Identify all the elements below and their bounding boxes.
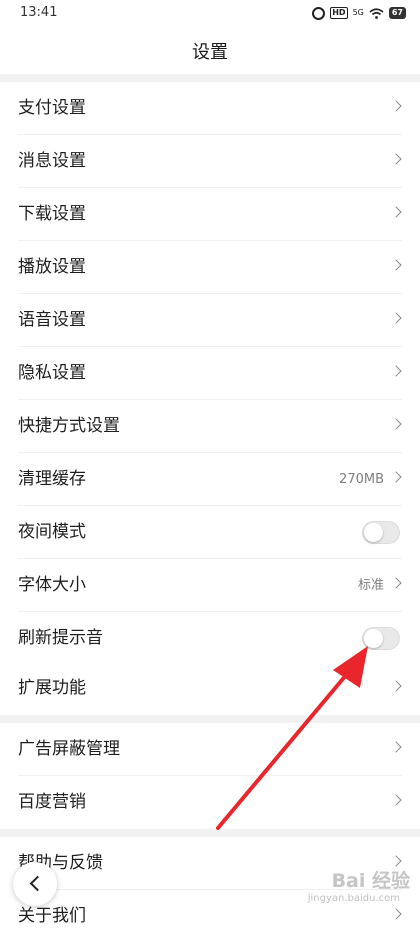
settings-item-label: 夜间模式	[18, 522, 86, 542]
chevron-right-icon	[390, 794, 402, 806]
back-button[interactable]	[13, 862, 57, 906]
settings-item-label: 百度营销	[18, 792, 86, 812]
settings-item-night-mode: 夜间模式	[0, 506, 420, 559]
chevron-right-icon	[390, 153, 402, 165]
watermark: Bai 经验	[331, 870, 410, 892]
header: 设置	[0, 28, 420, 74]
settings-item-ad-block[interactable]: 广告屏蔽管理	[0, 723, 420, 776]
chevron-right-icon	[390, 471, 402, 483]
settings-item-extensions[interactable]: 扩展功能	[0, 662, 420, 715]
chevron-right-icon	[390, 855, 402, 867]
cache-size-value: 270MB	[339, 472, 384, 487]
status-time: 13:41	[20, 5, 58, 20]
settings-item-label: 广告屏蔽管理	[18, 739, 120, 759]
status-icons: HD 5G 67	[312, 5, 406, 21]
settings-item-shortcuts[interactable]: 快捷方式设置	[0, 400, 420, 453]
section-gap	[0, 715, 420, 723]
settings-item-playback[interactable]: 播放设置	[0, 241, 420, 294]
page-title: 设置	[192, 42, 228, 63]
section-gap	[0, 74, 420, 82]
refresh-sound-toggle[interactable]	[362, 627, 400, 650]
settings-item-baidu-marketing[interactable]: 百度营销	[0, 776, 420, 829]
settings-item-voice[interactable]: 语音设置	[0, 294, 420, 347]
chevron-right-icon	[390, 206, 402, 218]
chevron-right-icon	[390, 418, 402, 430]
settings-item-label: 刷新提示音	[18, 628, 103, 648]
settings-item-payment[interactable]: 支付设置	[0, 82, 420, 135]
settings-item-label: 播放设置	[18, 257, 86, 277]
settings-item-refresh-sound: 刷新提示音	[0, 612, 420, 665]
chevron-right-icon	[390, 259, 402, 271]
settings-item-label: 下载设置	[18, 204, 86, 224]
toggle-knob	[364, 629, 383, 648]
settings-item-label: 扩展功能	[18, 678, 86, 698]
settings-item-label: 字体大小	[18, 575, 86, 595]
battery-icon: 67	[388, 7, 406, 19]
alarm-icon	[312, 6, 326, 20]
chevron-right-icon	[390, 577, 402, 589]
settings-item-privacy[interactable]: 隐私设置	[0, 347, 420, 400]
chevron-right-icon	[390, 312, 402, 324]
settings-item-label: 消息设置	[18, 151, 86, 171]
signal-5g-icon: 5G	[352, 8, 364, 17]
settings-item-label: 快捷方式设置	[18, 416, 120, 436]
chevron-right-icon	[390, 741, 402, 753]
wifi-icon	[369, 7, 384, 19]
settings-item-download[interactable]: 下载设置	[0, 188, 420, 241]
settings-item-messages[interactable]: 消息设置	[0, 135, 420, 188]
section-gap	[0, 829, 420, 837]
chevron-right-icon	[390, 100, 402, 112]
settings-item-label: 隐私设置	[18, 363, 86, 383]
settings-item-label: 语音设置	[18, 310, 86, 330]
hd-icon: HD	[330, 7, 348, 19]
chevron-left-icon	[29, 875, 46, 892]
chevron-right-icon	[390, 908, 402, 920]
settings-item-label: 支付设置	[18, 98, 86, 118]
toggle-knob	[364, 523, 383, 542]
settings-item-clear-cache[interactable]: 清理缓存 270MB	[0, 453, 420, 506]
settings-item-label: 清理缓存	[18, 469, 86, 489]
chevron-right-icon	[390, 680, 402, 692]
settings-item-font-size[interactable]: 字体大小 标准	[0, 559, 420, 612]
night-mode-toggle[interactable]	[362, 521, 400, 544]
status-bar: 13:41 HD 5G 67	[0, 0, 420, 28]
watermark-url: jingyan.baidu.com	[307, 893, 400, 904]
chevron-right-icon	[390, 365, 402, 377]
font-size-value: 标准	[357, 578, 384, 593]
